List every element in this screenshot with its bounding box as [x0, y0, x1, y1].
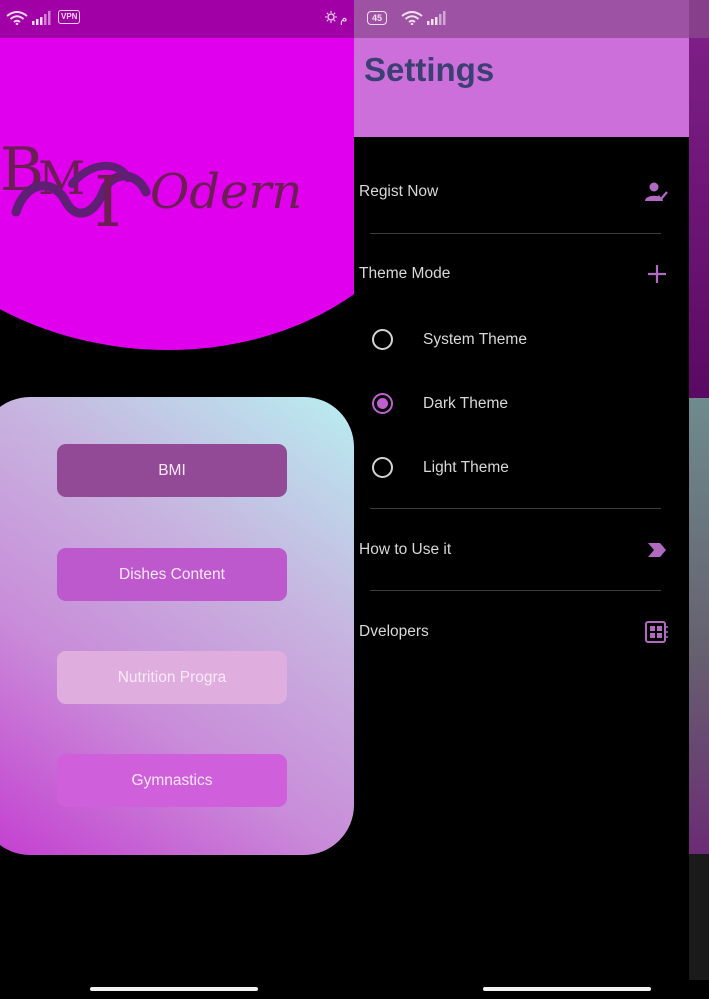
- dishes-content-button[interactable]: Dishes Content: [57, 548, 287, 601]
- nutrition-program-button[interactable]: Nutrition Progra: [57, 651, 287, 704]
- app-logo: B M I Odern: [0, 135, 302, 243]
- home-indicator[interactable]: [90, 987, 258, 991]
- how-to-use-item[interactable]: How to Use it: [354, 525, 689, 575]
- dashboard-icon: [644, 619, 670, 645]
- wifi-icon: [6, 11, 28, 25]
- home-indicator[interactable]: [483, 987, 651, 991]
- light-theme-radio[interactable]: [372, 457, 393, 478]
- dark-theme-option[interactable]: Dark Theme: [354, 384, 689, 424]
- underlay-status-edge: [689, 0, 709, 38]
- drawer-body: Regist Now Theme Mode System Theme Dark …: [354, 137, 689, 999]
- svg-text:I: I: [94, 161, 122, 243]
- person-check-icon: [644, 179, 670, 205]
- system-theme-radio[interactable]: [372, 329, 393, 350]
- battery-icon: 45: [367, 11, 388, 25]
- light-theme-option[interactable]: Light Theme: [354, 448, 689, 488]
- screenshot-stage: VPN م B M I Odern BMI Dishes Content Nut…: [0, 0, 709, 999]
- register-label: Regist Now: [359, 183, 439, 200]
- drawer-header: Settings: [354, 38, 689, 137]
- developers-label: Dvelopers: [359, 623, 429, 640]
- light-theme-label: Light Theme: [423, 459, 509, 476]
- how-to-use-label: How to Use it: [359, 541, 452, 558]
- divider: [370, 508, 661, 509]
- signal-icon: [32, 11, 52, 25]
- theme-mode-item[interactable]: Theme Mode: [354, 249, 689, 299]
- arrow-label-icon: [644, 537, 670, 563]
- system-theme-label: System Theme: [423, 331, 527, 348]
- underlay-card-edge: [689, 398, 709, 854]
- status-bar: 45: [354, 0, 709, 38]
- drawer-title: Settings: [364, 51, 495, 88]
- bmi-button[interactable]: BMI: [57, 444, 287, 497]
- theme-mode-label: Theme Mode: [359, 265, 451, 282]
- home-screen: VPN م B M I Odern BMI Dishes Content Nut…: [0, 0, 354, 999]
- svg-text:Odern: Odern: [150, 164, 302, 220]
- divider: [370, 233, 661, 234]
- divider: [370, 590, 661, 591]
- status-bar: VPN م: [0, 0, 354, 38]
- gymnastics-button[interactable]: Gymnastics: [57, 754, 287, 807]
- developers-item[interactable]: Dvelopers: [354, 607, 689, 657]
- underlay-hero-edge: [689, 38, 709, 398]
- settings-drawer-screen: 45 Settings Regist Now Theme Mode System…: [354, 0, 709, 999]
- plus-icon: [644, 261, 670, 287]
- status-text: م: [340, 11, 348, 25]
- vpn-badge: VPN: [58, 10, 81, 24]
- alarm-icon: [325, 11, 337, 23]
- system-theme-option[interactable]: System Theme: [354, 320, 689, 360]
- register-item[interactable]: Regist Now: [354, 167, 689, 217]
- signal-icon: [427, 11, 447, 25]
- dark-theme-radio[interactable]: [372, 393, 393, 414]
- dark-theme-label: Dark Theme: [423, 395, 508, 412]
- underlay-bottom-edge: [689, 854, 709, 980]
- wifi-icon: [401, 11, 423, 25]
